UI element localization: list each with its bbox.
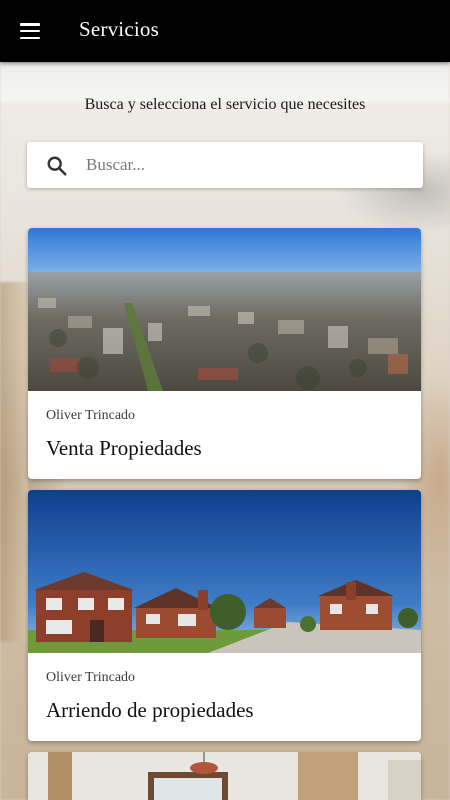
brick-houses-photo — [28, 490, 421, 653]
card-author: Oliver Trincado — [46, 408, 136, 423]
search-input[interactable] — [86, 148, 406, 182]
search-icon[interactable] — [46, 155, 68, 177]
subtitle-text: Busca y selecciona el servicio que neces… — [84, 96, 366, 113]
app-bar: Servicios — [0, 0, 450, 62]
search-bar[interactable] — [27, 142, 423, 188]
card-title: Venta Propiedades — [46, 436, 202, 460]
interior-room-photo — [28, 752, 421, 800]
service-card-arriendo[interactable]: Oliver Trincado Arriendo de propiedades — [28, 490, 421, 741]
aerial-city-photo — [28, 228, 421, 391]
service-card-venta[interactable]: Oliver Trincado Venta Propiedades — [28, 228, 421, 479]
card-title: Arriendo de propiedades — [46, 698, 254, 722]
card-author: Oliver Trincado — [46, 670, 136, 685]
service-card-third[interactable] — [28, 752, 421, 800]
hamburger-menu-icon[interactable] — [20, 23, 40, 40]
page-title: Servicios — [79, 17, 159, 41]
